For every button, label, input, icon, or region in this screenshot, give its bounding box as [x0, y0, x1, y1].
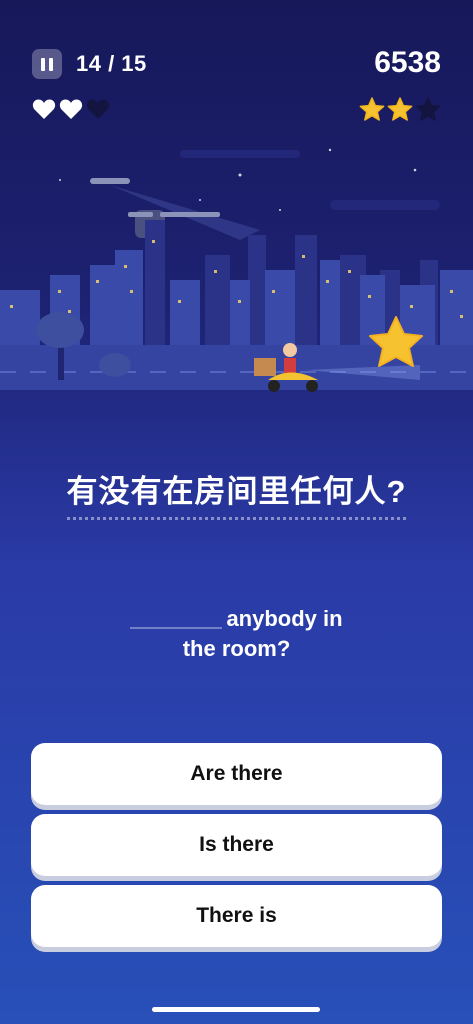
drone-illustration: [90, 178, 260, 240]
stars-earned: [359, 97, 441, 122]
answer-button-there-is[interactable]: There is: [31, 885, 442, 947]
night-city-illustration: [0, 148, 473, 392]
star-empty-icon: [415, 97, 441, 121]
home-indicator[interactable]: [152, 1007, 320, 1012]
question-progress: 14 / 15: [76, 51, 147, 76]
lives: [32, 98, 110, 120]
question-text[interactable]: 有没有在房间里任何人?: [66, 466, 407, 520]
heart-icon: [59, 99, 83, 119]
prompt-line-1: anybody in: [0, 604, 473, 634]
game-hud: 14 / 15 6538: [0, 0, 473, 140]
heart-empty-icon: [86, 99, 110, 119]
answer-options: Are there Is there There is: [31, 743, 442, 956]
heart-icon: [32, 99, 56, 119]
score: 6538: [374, 46, 441, 79]
star-icon: [387, 97, 413, 121]
answer-button-is-there[interactable]: Is there: [31, 814, 442, 876]
answer-blank: [130, 627, 223, 630]
answer-button-are-there[interactable]: Are there: [31, 743, 442, 805]
star-icon: [359, 97, 385, 121]
fill-in-prompt: anybody in the room?: [0, 604, 473, 664]
prompt-line-2: the room?: [182, 636, 291, 661]
question: 有没有在房间里任何人?: [0, 466, 473, 520]
pause-icon: [41, 57, 45, 71]
pause-button[interactable]: [32, 49, 62, 79]
prompt-text-1: anybody in: [226, 606, 343, 631]
